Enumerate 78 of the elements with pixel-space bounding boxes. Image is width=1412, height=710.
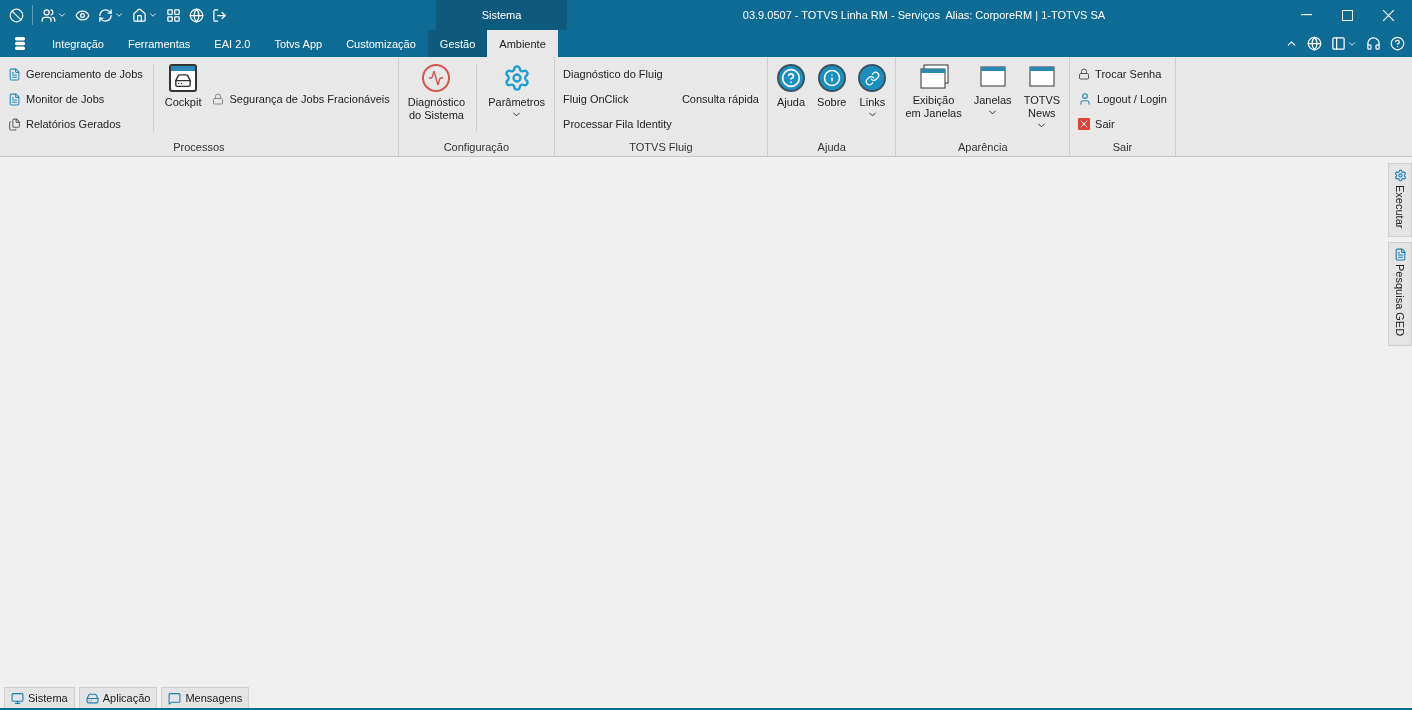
bottom-tab[interactable]: Aplicação (78, 687, 158, 708)
grid-icon (166, 7, 181, 23)
server-icon (169, 64, 198, 92)
ribbon-item[interactable]: Diagnóstico do Fluig (563, 64, 672, 84)
headset-icon (1366, 36, 1381, 51)
context-tab-label: Sistema (436, 0, 567, 30)
ribbon-button[interactable]: Links (854, 60, 891, 138)
ribbon-button[interactable]: Parâmetros (484, 60, 550, 138)
link-icon (858, 64, 887, 92)
caret-icon (57, 10, 67, 20)
side-tab[interactable]: Pesquisa GED (1388, 242, 1412, 346)
group-label: TOTVS Fluig (628, 140, 694, 155)
document-icon (8, 67, 21, 81)
settings-icon (502, 64, 531, 92)
ribbon-button[interactable]: Janelas (969, 60, 1016, 138)
ribbon-tab[interactable]: Integração (40, 30, 116, 57)
ribbon-tab[interactable]: Gestão (427, 30, 488, 57)
settings-icon (1393, 169, 1407, 182)
ribbon-tab[interactable]: Customização (334, 30, 428, 57)
document-icon (8, 92, 21, 106)
help-icon (777, 64, 805, 92)
maximize-icon (1342, 9, 1353, 21)
window-icon (1026, 64, 1057, 90)
globe-icon (189, 7, 204, 23)
ribbon-item[interactable]: Logout / Login (1078, 89, 1167, 109)
ribbon-button[interactable]: Exibição em Janelas (901, 60, 966, 138)
document-icon (1393, 248, 1407, 262)
group-label: Configuração (442, 140, 511, 155)
ribbon-button[interactable]: Cockpit (160, 60, 206, 138)
group-label: Sair (1111, 140, 1134, 155)
ribbon-button[interactable]: Diagnóstico do Sistema (403, 60, 470, 138)
users-icon (41, 7, 56, 23)
ribbon-item[interactable]: Sair (1078, 114, 1167, 134)
menu-icon (14, 36, 26, 51)
ribbon-item[interactable]: Trocar Senha (1078, 64, 1167, 84)
ribbon-item[interactable]: Fluig OnClick (563, 89, 672, 109)
bottom-tab[interactable]: Mensagens (161, 687, 250, 708)
user-icon (1078, 92, 1093, 106)
ribbon-tab[interactable]: Ambiente (487, 30, 558, 57)
home-icon (132, 7, 147, 23)
window-title: 03.9.0507 - TOTVS Linha RM - Serviços Alias: CorporeRM | 1-TOTVS SA (741, 8, 1107, 23)
ribbon-item[interactable]: Relatórios Gerados (8, 114, 143, 134)
ribbon-tab[interactable]: Ferramentas (116, 30, 203, 57)
window-icon (977, 64, 1008, 90)
ribbon-item[interactable]: Monitor de Jobs (8, 89, 143, 109)
ribbon-button[interactable]: TOTVS News (1019, 60, 1065, 138)
pulse-icon (422, 64, 451, 92)
lock-icon (212, 93, 225, 105)
side-tab[interactable]: Executar (1388, 163, 1412, 238)
ribbon-item[interactable]: Segurança de Jobs Fracionáveis (212, 89, 390, 109)
info-icon (817, 64, 846, 92)
help-icon (1390, 36, 1405, 51)
drive-icon (85, 691, 99, 705)
ribbon-button[interactable]: Ajuda (772, 60, 810, 138)
minimize-icon (1301, 14, 1312, 16)
bottom-tab[interactable]: Sistema (4, 687, 75, 708)
ribbon-item[interactable]: Processar Fila Identity (563, 114, 672, 134)
ribbon-button[interactable]: Sobre (813, 60, 851, 138)
group-label: Ajuda (816, 140, 847, 155)
eye-icon (75, 7, 90, 23)
windows-icon (918, 64, 949, 90)
caret-icon (114, 10, 124, 20)
globe-icon (1307, 36, 1322, 51)
exit-icon (212, 7, 227, 23)
close-icon (1383, 9, 1394, 21)
group-label: Aparência (957, 140, 1009, 155)
message-icon (168, 691, 182, 705)
caret-icon (148, 10, 158, 20)
group-label: Processos (172, 140, 226, 155)
ribbon-item[interactable]: Gerenciamento de Jobs (8, 64, 143, 84)
lock-icon (1078, 68, 1091, 80)
ribbon-tab[interactable]: Totvs App (262, 30, 335, 57)
ribbon-item[interactable]: Consulta rápida (681, 89, 759, 109)
close-icon (1078, 118, 1091, 130)
ribbon-tab[interactable]: EAI 2.0 (202, 30, 263, 57)
layout-icon (1331, 36, 1346, 51)
monitor-icon (11, 691, 24, 705)
copy-icon (8, 117, 21, 131)
